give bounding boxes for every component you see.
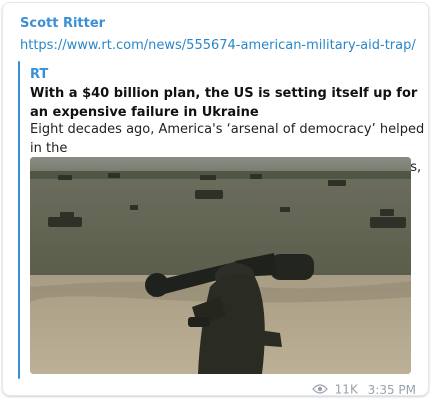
eye-icon <box>311 383 328 397</box>
message-bubble: Scott Ritter https://www.rt.com/news/555… <box>2 2 429 397</box>
message-meta: 11K 3:35 PM <box>311 382 416 397</box>
preview-site-name: RT <box>30 67 49 82</box>
article-link[interactable]: https://www.rt.com/news/555674-american-… <box>20 38 416 53</box>
sender-name[interactable]: Scott Ritter <box>20 16 105 31</box>
preview-title: With a $40 billion plan, the US is setti… <box>30 86 418 120</box>
message-time: 3:35 PM <box>367 382 416 397</box>
link-preview[interactable]: RT With a $40 billion plan, the US is se… <box>18 61 426 379</box>
preview-accent-bar <box>18 61 20 379</box>
preview-image[interactable] <box>30 157 411 374</box>
view-count: 11K <box>334 382 358 397</box>
